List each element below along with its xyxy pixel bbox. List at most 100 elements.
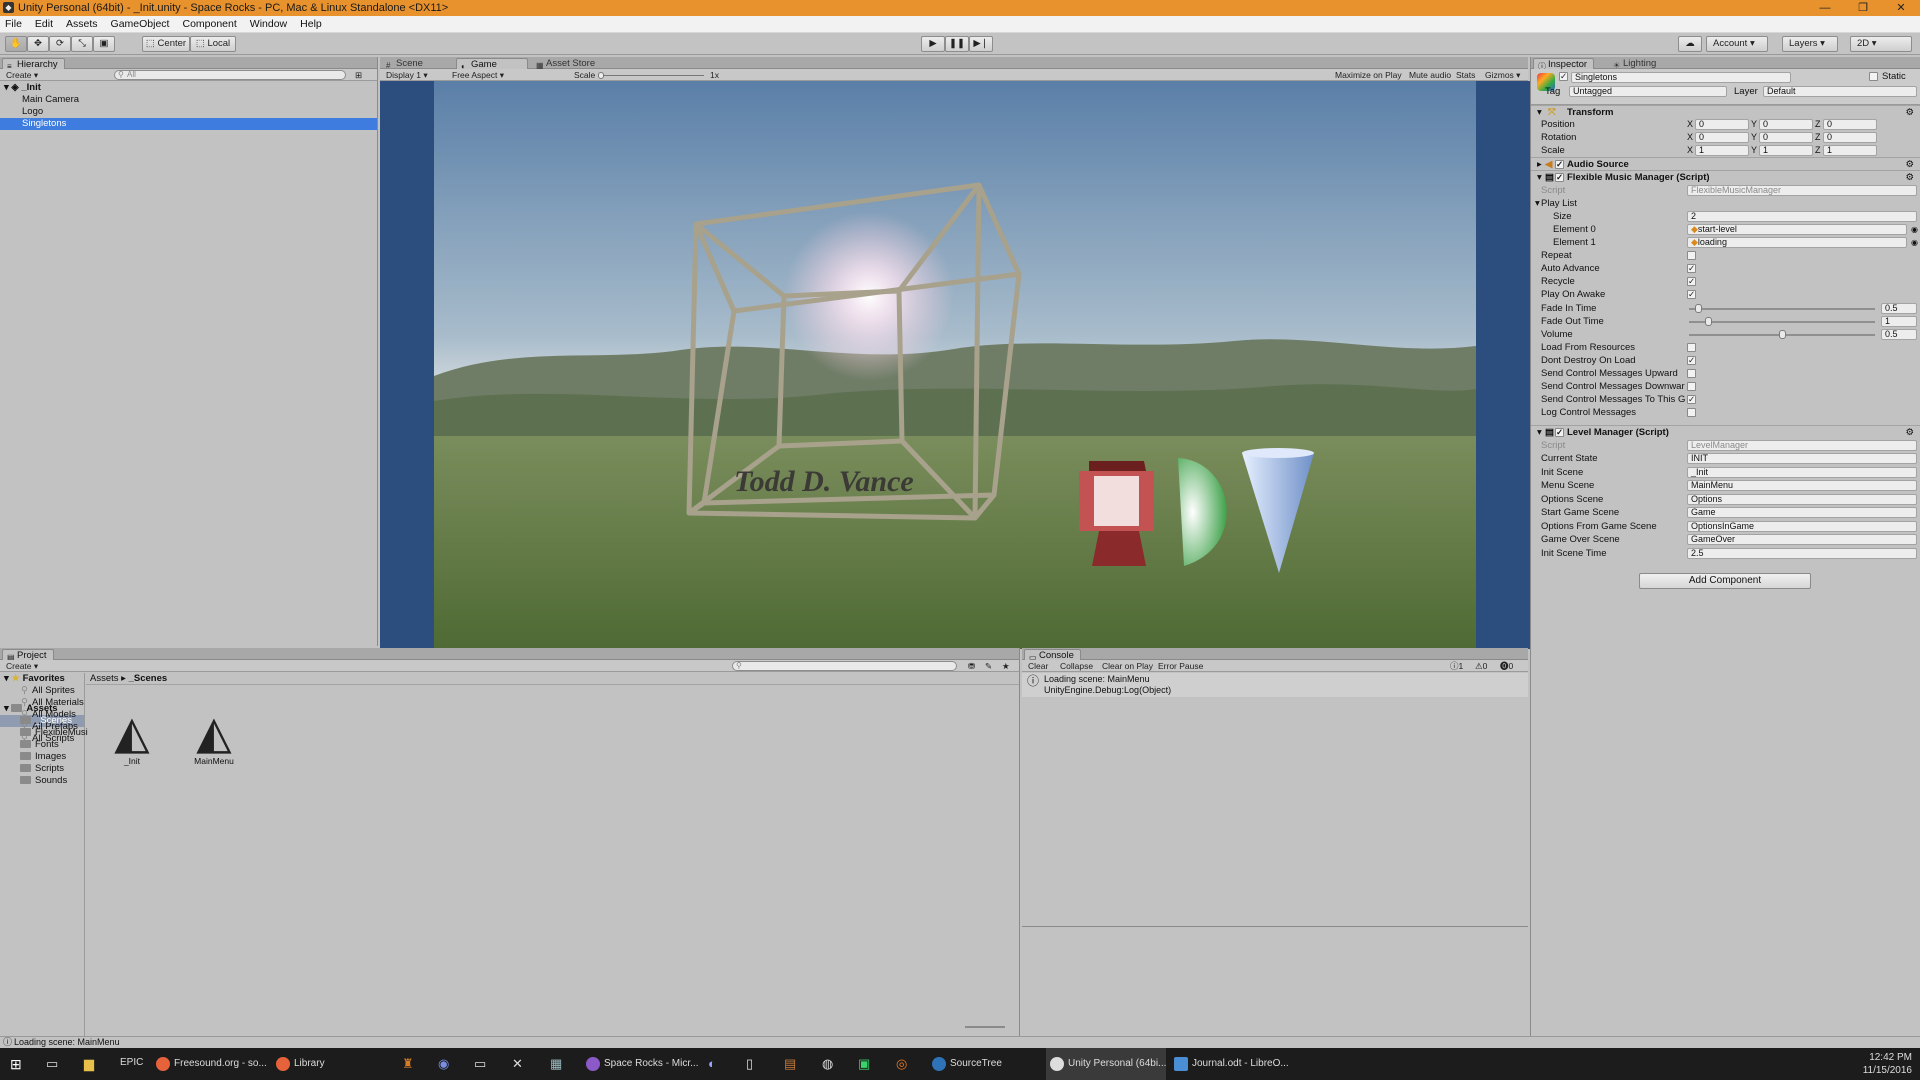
level-field-input[interactable]: _Init: [1687, 466, 1917, 478]
menu-component[interactable]: Component: [182, 18, 236, 30]
level-field-input[interactable]: 2.5: [1687, 547, 1917, 559]
level-field-input[interactable]: INIT: [1687, 453, 1917, 464]
asset-folder-item[interactable]: Sounds: [0, 775, 84, 787]
tab-hierarchy[interactable]: ≡ Hierarchy: [2, 58, 65, 71]
mute-audio-toggle[interactable]: Mute audio: [1409, 70, 1451, 80]
icon-size-slider[interactable]: [965, 1026, 1005, 1028]
scale-slider-knob[interactable]: [598, 72, 604, 79]
file-explorer-icon[interactable]: ▆: [84, 1056, 94, 1072]
slider-track[interactable]: [1689, 317, 1875, 326]
favorite-star-icon[interactable]: ★: [1002, 661, 1010, 671]
component-settings-icon[interactable]: ⚙: [1905, 426, 1914, 439]
bool-checkbox[interactable]: [1687, 251, 1696, 260]
bool-checkbox[interactable]: ✓: [1687, 356, 1696, 365]
asset-folder-item[interactable]: FlexibleMusi: [0, 727, 88, 739]
console-error-count[interactable]: ⓿0: [1500, 661, 1513, 671]
bool-checkbox[interactable]: ✓: [1687, 395, 1696, 404]
aspect-dropdown[interactable]: Free Aspect ▾: [452, 70, 504, 80]
level-field-input[interactable]: Options: [1687, 493, 1917, 505]
taskbar-item-unity[interactable]: Unity Personal (64bi...: [1046, 1048, 1166, 1080]
bool-checkbox[interactable]: [1687, 382, 1696, 391]
filter-label-icon[interactable]: ✎: [985, 661, 992, 671]
menu-assets[interactable]: Assets: [66, 18, 98, 30]
object-picker-icon[interactable]: ◉: [1911, 236, 1918, 249]
scene-file-item[interactable]: ◭ _Init: [104, 708, 160, 766]
slider-knob[interactable]: [1695, 304, 1702, 313]
hierarchy-search-input[interactable]: All: [114, 70, 346, 80]
hand-tool-icon[interactable]: ✋: [5, 36, 27, 52]
hierarchy-create-dropdown[interactable]: Create ▾: [6, 70, 38, 80]
console-collapse-button[interactable]: Collapse: [1060, 661, 1093, 671]
game-viewport[interactable]: Todd D. Vance: [434, 81, 1476, 649]
scene-root[interactable]: ▾ ◈ _Init: [0, 82, 377, 94]
scale-tool-icon[interactable]: ⤡: [71, 36, 93, 52]
hierarchy-item-main-camera[interactable]: Main Camera: [0, 94, 377, 106]
maximize-button[interactable]: ❐: [1844, 0, 1882, 16]
taskbar-item-sourcetree[interactable]: SourceTree: [928, 1048, 1040, 1080]
hierarchy-item-logo[interactable]: Logo: [0, 106, 377, 118]
music-manager-header[interactable]: ▾ ▤ ✓ Flexible Music Manager (Script) ⚙: [1531, 170, 1920, 183]
app-icon[interactable]: ▦: [550, 1056, 562, 1072]
menu-file[interactable]: File: [5, 18, 22, 30]
taskbar-item-freesound[interactable]: Freesound.org - so...: [152, 1048, 267, 1080]
rect-tool-icon[interactable]: ▣: [93, 36, 115, 52]
step-icon[interactable]: ▶❘: [969, 36, 993, 52]
app-icon[interactable]: ♜: [402, 1056, 414, 1072]
bool-checkbox[interactable]: ✓: [1687, 264, 1696, 273]
tab-lighting[interactable]: ☀ Lighting: [1609, 58, 1662, 70]
static-checkbox[interactable]: [1869, 72, 1878, 81]
slider-track[interactable]: [1689, 304, 1875, 313]
move-tool-icon[interactable]: ✥: [27, 36, 49, 52]
level-field-input[interactable]: Game: [1687, 507, 1917, 518]
layers-dropdown[interactable]: Layers ▾: [1782, 36, 1838, 52]
bool-checkbox[interactable]: [1687, 408, 1696, 417]
playlist-size-field[interactable]: 2: [1687, 211, 1917, 222]
tab-inspector[interactable]: ⓘ Inspector: [1533, 58, 1595, 71]
level-field-input[interactable]: MainMenu: [1687, 480, 1917, 491]
layout-dropdown[interactable]: 2D ▾: [1850, 36, 1912, 52]
transform-z-field[interactable]: 1: [1823, 145, 1877, 156]
game-render-area[interactable]: Todd D. Vance: [380, 81, 1576, 649]
pivot-center-button[interactable]: ⬚ Center: [142, 36, 190, 52]
console-error-pause-button[interactable]: Error Pause: [1158, 661, 1203, 671]
tab-asset-store[interactable]: ▦ Asset Store: [532, 58, 601, 70]
transform-y-field[interactable]: 0: [1759, 132, 1813, 143]
transform-y-field[interactable]: 0: [1759, 119, 1813, 130]
hierarchy-item-singletons[interactable]: Singletons: [0, 118, 377, 130]
account-dropdown[interactable]: Account ▾: [1706, 36, 1768, 52]
audio-source-header[interactable]: ▸ ◀ ✓ Audio Source ⚙: [1531, 157, 1920, 170]
blender-icon[interactable]: ◎: [896, 1056, 907, 1072]
start-button-icon[interactable]: ⊞: [10, 1056, 22, 1073]
tab-game[interactable]: ◐ Game: [456, 58, 528, 71]
cloud-icon[interactable]: ☁: [1678, 36, 1702, 52]
active-checkbox[interactable]: ✓: [1559, 72, 1568, 81]
menu-edit[interactable]: Edit: [35, 18, 53, 30]
menu-window[interactable]: Window: [250, 18, 287, 30]
slider-knob[interactable]: [1779, 330, 1786, 339]
app-icon[interactable]: ✕: [512, 1056, 523, 1072]
tab-scene[interactable]: # Scene: [382, 58, 429, 70]
maximize-on-play-toggle[interactable]: Maximize on Play: [1335, 70, 1402, 80]
app-icon[interactable]: ▤: [784, 1056, 796, 1072]
music-manager-enabled-checkbox[interactable]: ✓: [1555, 173, 1564, 182]
favorite-item[interactable]: ⚲ All Sprites: [0, 685, 84, 697]
taskbar-item-libreoffice[interactable]: Journal.odt - LibreO...: [1170, 1048, 1289, 1080]
tag-dropdown[interactable]: Untagged: [1569, 86, 1727, 97]
slider-knob[interactable]: [1705, 317, 1712, 326]
transform-y-field[interactable]: 1: [1759, 145, 1813, 156]
slider-value-field[interactable]: 0.5: [1881, 303, 1917, 314]
taskbar-item-visual-studio[interactable]: Space Rocks - Micr...: [582, 1048, 698, 1080]
app-icon[interactable]: ▭: [474, 1056, 486, 1072]
playlist-row[interactable]: ▾ Play List: [1531, 197, 1920, 210]
console-warning-count[interactable]: ⚠0: [1475, 661, 1487, 671]
taskbar-item-library[interactable]: Library: [272, 1048, 356, 1080]
menu-help[interactable]: Help: [300, 18, 322, 30]
element-field[interactable]: ◆start-level: [1687, 224, 1907, 235]
transform-z-field[interactable]: 0: [1823, 119, 1877, 130]
rotate-tool-icon[interactable]: ⟳: [49, 36, 71, 52]
level-field-input[interactable]: GameOver: [1687, 534, 1917, 545]
github-icon[interactable]: ◍: [822, 1056, 833, 1072]
slider-value-field[interactable]: 0.5: [1881, 329, 1917, 340]
breadcrumb-scenes[interactable]: _Scenes: [129, 673, 168, 684]
breadcrumb-assets[interactable]: Assets: [90, 673, 119, 684]
